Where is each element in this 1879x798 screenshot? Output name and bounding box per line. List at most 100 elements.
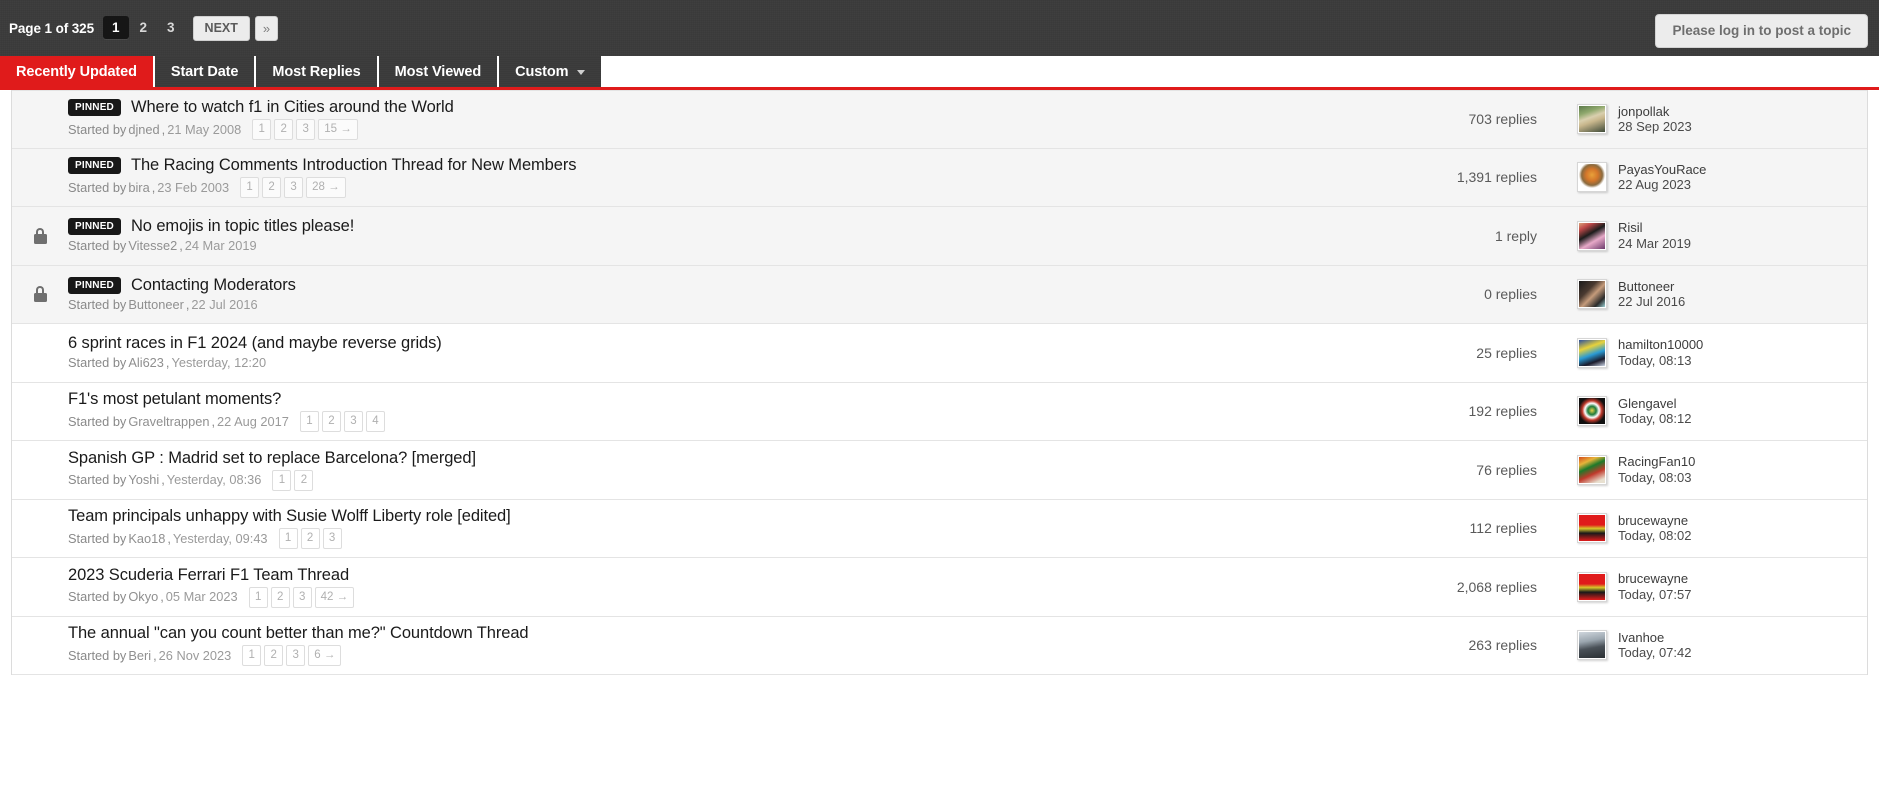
mini-page-link[interactable]: 1: [278, 528, 298, 550]
topic-mini-pagination: 1234: [299, 411, 385, 433]
mini-page-link[interactable]: 1: [248, 586, 268, 608]
mini-page-link[interactable]: 15 →: [318, 119, 358, 141]
mini-page-link[interactable]: 1: [252, 119, 272, 141]
mini-page-link[interactable]: 2: [274, 119, 294, 141]
last-post-user-link[interactable]: hamilton10000: [1618, 337, 1703, 353]
table-row[interactable]: The annual "can you count better than me…: [12, 616, 1867, 675]
topic-title-link[interactable]: 6 sprint races in F1 2024 (and maybe rev…: [68, 334, 442, 353]
tab-recently-updated[interactable]: Recently Updated: [0, 56, 153, 87]
mini-page-link[interactable]: 4: [365, 411, 385, 433]
last-post-user-link[interactable]: Buttoneer: [1618, 279, 1685, 295]
last-post-cell: Buttoneer 22 Jul 2016: [1577, 279, 1867, 310]
topic-author-link[interactable]: Okyo: [128, 589, 158, 605]
table-row[interactable]: PINNED Contacting Moderators Started by But…: [12, 265, 1867, 324]
tab-most-viewed[interactable]: Most Viewed: [378, 56, 498, 87]
mini-page-link[interactable]: 28 →: [306, 177, 346, 199]
avatar-image: [1579, 573, 1605, 600]
last-post-text: brucewayne Today, 08:02: [1618, 513, 1691, 544]
topic-title-line: PINNED Where to watch f1 in Cities around…: [68, 98, 1345, 117]
table-row[interactable]: Team principals unhappy with Susie Wolff…: [12, 499, 1867, 558]
tab-custom[interactable]: Custom: [499, 56, 602, 87]
last-post-user-link[interactable]: jonpollak: [1618, 104, 1692, 120]
mini-page-link[interactable]: 42 →: [314, 586, 355, 608]
topic-title-link[interactable]: The Racing Comments Introduction Thread …: [131, 156, 576, 175]
avatar[interactable]: [1577, 396, 1607, 427]
topic-title-link[interactable]: Contacting Moderators: [131, 276, 296, 295]
mini-page-link[interactable]: 3: [296, 119, 316, 141]
avatar[interactable]: [1577, 571, 1607, 602]
mini-page-link[interactable]: 2: [264, 645, 284, 667]
avatar[interactable]: [1577, 513, 1607, 544]
last-post-user-link[interactable]: brucewayne: [1618, 513, 1691, 529]
mini-page-link[interactable]: 1: [299, 411, 319, 433]
page-number-2[interactable]: 2: [131, 16, 157, 39]
topic-title-link[interactable]: The annual "can you count better than me…: [68, 624, 529, 643]
topic-title-link[interactable]: No emojis in topic titles please!: [131, 217, 354, 236]
last-post-user-link[interactable]: brucewayne: [1618, 571, 1691, 587]
table-row[interactable]: 6 sprint races in F1 2024 (and maybe rev…: [12, 324, 1867, 383]
table-row[interactable]: 2023 Scuderia Ferrari F1 Team Thread Star…: [12, 558, 1867, 617]
last-post-cell: Risil 24 Mar 2019: [1577, 220, 1867, 251]
topic-author-link[interactable]: djned: [128, 122, 159, 138]
mini-page-link[interactable]: 6 →: [308, 645, 342, 667]
tab-most-replies[interactable]: Most Replies: [256, 56, 377, 87]
avatar[interactable]: [1577, 454, 1607, 485]
avatar[interactable]: [1577, 220, 1607, 251]
mini-page-link[interactable]: 2: [262, 177, 282, 199]
mini-page-link[interactable]: 3: [284, 177, 304, 199]
last-post-user-link[interactable]: RacingFan10: [1618, 454, 1695, 470]
topic-author-link[interactable]: Vitesse2: [128, 238, 177, 254]
mini-page-link[interactable]: 1: [272, 469, 292, 491]
topic-title-link[interactable]: Where to watch f1 in Cities around the W…: [131, 98, 454, 117]
login-notice[interactable]: Please log in to post a topic: [1655, 14, 1868, 48]
table-row[interactable]: PINNED The Racing Comments Introduction T…: [12, 148, 1867, 207]
page-number-1[interactable]: 1: [103, 16, 129, 39]
topic-start-date: Yesterday, 08:36: [166, 472, 262, 488]
last-post-user-link[interactable]: Glengavel: [1618, 396, 1691, 412]
page-number-3[interactable]: 3: [158, 16, 184, 39]
topic-meta: Started by bira, 23 Feb 2003 1 2 3 28 →: [68, 177, 1345, 199]
last-page-button[interactable]: »: [254, 15, 279, 41]
table-row[interactable]: F1's most petulant moments? Started by Gra…: [12, 382, 1867, 441]
mini-page-link[interactable]: 3: [286, 645, 306, 667]
topic-author-link[interactable]: Ali623: [128, 355, 164, 371]
tab-start-date[interactable]: Start Date: [154, 56, 255, 87]
avatar[interactable]: [1577, 279, 1607, 310]
last-post-user-link[interactable]: Ivanhoe: [1618, 630, 1691, 646]
topic-mini-pagination: 123: [278, 528, 342, 550]
pinned-badge: PINNED: [68, 99, 121, 117]
topic-author-link[interactable]: Buttoneer: [128, 297, 184, 313]
table-row[interactable]: PINNED No emojis in topic titles please! S…: [12, 207, 1867, 266]
table-row[interactable]: Spanish GP : Madrid set to replace Barce…: [12, 441, 1867, 500]
topic-author-link[interactable]: Graveltrappen: [128, 414, 209, 430]
topic-meta: Started by Okyo, 05 Mar 2023 1 2 3 42 →: [68, 586, 1345, 608]
topic-author-link[interactable]: Yoshi: [128, 472, 159, 488]
topic-title-link[interactable]: Spanish GP : Madrid set to replace Barce…: [68, 449, 476, 468]
avatar[interactable]: [1577, 104, 1607, 135]
topic-author-link[interactable]: bira: [128, 180, 149, 196]
avatar[interactable]: [1577, 630, 1607, 661]
table-row[interactable]: PINNED Where to watch f1 in Cities around…: [12, 90, 1867, 149]
mini-page-link[interactable]: 2: [300, 528, 320, 550]
topic-author-link[interactable]: Kao18: [128, 531, 165, 547]
topic-author-link[interactable]: Beri: [128, 648, 151, 664]
lock-icon: [33, 227, 47, 244]
last-post-user-link[interactable]: PayasYouRace: [1618, 162, 1706, 178]
mini-page-link[interactable]: 1: [242, 645, 262, 667]
topic-title-link[interactable]: F1's most petulant moments?: [68, 390, 281, 409]
avatar[interactable]: [1577, 337, 1607, 368]
topic-info-cell: PINNED The Racing Comments Introduction T…: [68, 156, 1357, 199]
started-by-label: Started by: [68, 238, 127, 254]
mini-page-link[interactable]: 3: [343, 411, 363, 433]
mini-page-link[interactable]: 3: [292, 586, 312, 608]
last-post-user-link[interactable]: Risil: [1618, 220, 1691, 236]
topic-title-link[interactable]: 2023 Scuderia Ferrari F1 Team Thread: [68, 566, 349, 585]
mini-page-link[interactable]: 2: [321, 411, 341, 433]
avatar[interactable]: [1577, 162, 1607, 193]
mini-page-link[interactable]: 3: [322, 528, 342, 550]
next-page-button[interactable]: NEXT: [192, 15, 250, 41]
mini-page-link[interactable]: 2: [294, 469, 314, 491]
topic-title-link[interactable]: Team principals unhappy with Susie Wolff…: [68, 507, 511, 526]
mini-page-link[interactable]: 2: [270, 586, 290, 608]
mini-page-link[interactable]: 1: [240, 177, 260, 199]
